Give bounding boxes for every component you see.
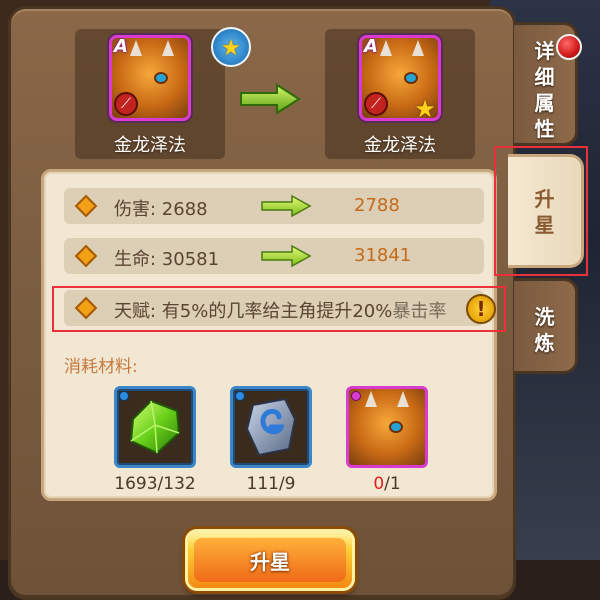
hero-before-name: 金龙泽法 [114, 135, 186, 156]
hero-before-card[interactable]: A ⟋ 金龙泽法 [75, 29, 225, 159]
arrow-right-icon [261, 244, 312, 268]
diamond-icon [74, 244, 98, 268]
grade-label: A [364, 36, 378, 57]
hero-after-portrait: A ⟋ ★ [359, 35, 441, 121]
horn-icon [412, 40, 424, 56]
material-have: 0 [373, 474, 385, 494]
notification-dot-icon [556, 34, 582, 60]
horn-icon [380, 40, 392, 56]
material-count-dragon-card: 0/1 [332, 474, 442, 494]
quality-dot-icon [119, 391, 129, 401]
stat-label: 伤害: 2688 [114, 199, 208, 220]
quality-dot-icon [235, 391, 245, 401]
horn-icon [397, 391, 409, 407]
material-slot-dragon-card[interactable] [346, 386, 428, 468]
star-icon: ★ [414, 95, 436, 121]
arrow-right-icon [240, 83, 301, 115]
tab-label-char: 性 [534, 117, 555, 141]
arrow-right-icon [261, 194, 312, 218]
horn-icon [162, 40, 174, 56]
eye-icon [404, 72, 418, 84]
tab-highlight-box [494, 146, 588, 276]
blue-stone-icon [245, 397, 297, 457]
tab-label-char: 属 [534, 91, 555, 115]
talent-highlight-box [52, 286, 506, 332]
material-have: 111 [246, 474, 279, 494]
material-slot-green-gem[interactable] [114, 386, 196, 468]
horn-icon [130, 40, 142, 56]
grade-label: A [114, 36, 128, 57]
stat-new-value: 31841 [354, 245, 412, 266]
material-need: /1 [384, 474, 401, 494]
tab-label-char: 炼 [534, 331, 555, 355]
material-count-green-gem: 1693/132 [100, 474, 210, 494]
hero-after-name: 金龙泽法 [364, 135, 436, 156]
tab-label-char: 洗 [534, 305, 555, 329]
material-slot-blue-stone[interactable] [230, 386, 312, 468]
upgrade-star-button[interactable]: 升星 [185, 529, 355, 591]
hero-compare: A ⟋ 金龙泽法 ★ A ⟋ ★ 金龙泽法 [35, 27, 515, 167]
sword-icon: ⟋ [364, 92, 388, 116]
upgrade-panel: A ⟋ 金龙泽法 ★ A ⟋ ★ 金龙泽法 伤害: 2688 2788 生命: … [8, 6, 516, 600]
tab-label-char: 细 [534, 65, 555, 89]
material-have: 1693 [114, 474, 158, 494]
hero-before-portrait: A ⟋ [109, 35, 191, 121]
material-need: /132 [157, 474, 196, 494]
quality-dot-icon [351, 391, 361, 401]
upgrade-button-label: 升星 [250, 550, 290, 574]
material-need: /9 [278, 474, 296, 494]
horn-icon [365, 391, 377, 407]
diamond-icon [74, 194, 98, 218]
materials-title: 消耗材料: [64, 357, 138, 377]
stat-row-damage: 伤害: 2688 2788 [64, 188, 484, 224]
eye-icon [389, 421, 403, 433]
hero-after-card[interactable]: A ⟋ ★ 金龙泽法 [325, 29, 475, 159]
star-paw-icon: ★ [211, 27, 251, 67]
stat-row-hp: 生命: 30581 31841 [64, 238, 484, 274]
material-count-blue-stone: 111/9 [216, 474, 326, 494]
stat-label: 生命: 30581 [114, 249, 220, 270]
sword-icon: ⟋ [114, 92, 138, 116]
tab-refine[interactable]: 洗 炼 [514, 278, 578, 374]
green-gem-icon [129, 399, 181, 455]
stats-panel: 伤害: 2688 2788 生命: 30581 31841 天赋: 有5%的几率… [41, 169, 506, 501]
eye-icon [154, 72, 168, 84]
stat-new-value: 2788 [354, 195, 400, 216]
